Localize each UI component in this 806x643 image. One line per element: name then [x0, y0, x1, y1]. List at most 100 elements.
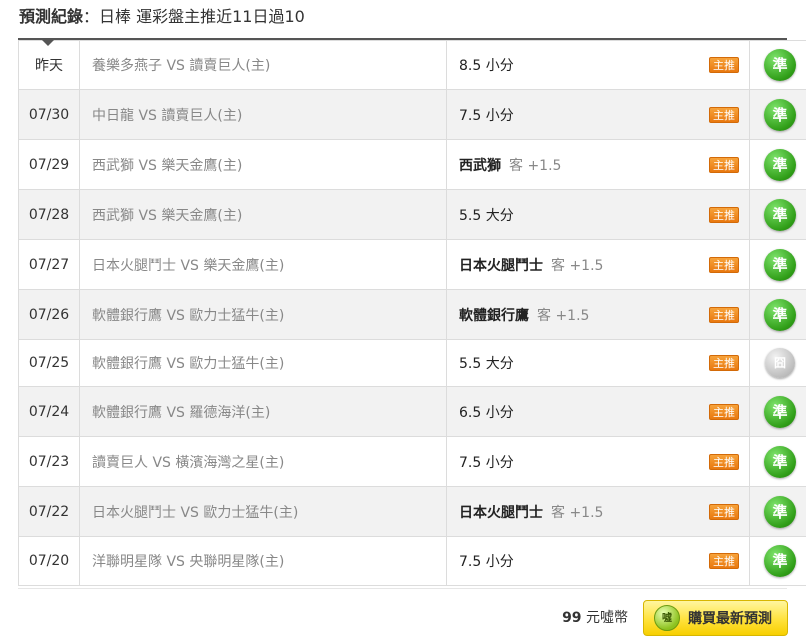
hit-icon: 準 [764, 545, 796, 577]
record-result: 準 [749, 289, 806, 340]
price-value: 99 [562, 610, 582, 626]
pick-handicap: 客 +1.5 [509, 157, 562, 174]
record-match: 讀賣巨人 VS 橫濱海灣之星(主) [79, 436, 447, 487]
records-table: 昨天 養樂多燕子 VS 讀賣巨人(主) 8.5 小分 主推準 07/30 中日龍 VS 讀… [18, 40, 806, 586]
table-row: 昨天 養樂多燕子 VS 讀賣巨人(主) 8.5 小分 主推 準 [18, 40, 806, 90]
record-match: 中日龍 VS 讀賣巨人(主) [79, 89, 447, 140]
table-row: 07/30 中日龍 VS 讀賣巨人(主) 7.5 小分 主推 準 [18, 89, 806, 140]
record-date: 07/22 [18, 486, 80, 537]
table-row: 07/20 洋聯明星隊 VS 央聯明星隊(主) 7.5 小分 主推 準 [18, 536, 806, 586]
record-match: 日本火腿鬥士 VS 樂天金鷹(主) [79, 239, 447, 290]
pick-total: 7.5 小分 [459, 554, 514, 570]
table-row: 07/27 日本火腿鬥士 VS 樂天金鷹(主) 日本火腿鬥士客 +1.5 主推 準 [18, 239, 806, 290]
record-match: 西武獅 VS 樂天金鷹(主) [79, 189, 447, 240]
pointer-notch [42, 40, 54, 46]
hit-icon: 準 [764, 298, 796, 331]
pick-total: 5.5 大分 [459, 356, 514, 372]
table-row: 07/28 西武獅 VS 樂天金鷹(主) 5.5 大分 主推 準 [18, 189, 806, 240]
main-pick-badge: 主推 [709, 553, 739, 569]
page-title: 預測紀錄：日棒 運彩盤主推近11日過10 [19, 5, 305, 29]
record-date: 07/25 [18, 339, 80, 387]
title-label: 預測紀錄 [19, 7, 84, 26]
pick-handicap: 客 +1.5 [537, 307, 590, 324]
record-date: 07/29 [18, 139, 80, 190]
record-pick: 西武獅客 +1.5 主推 [446, 139, 750, 190]
record-pick: 5.5 大分 主推 [446, 189, 750, 240]
record-result: 準 [749, 40, 806, 90]
pick-team: 軟體銀行鷹 [459, 307, 529, 324]
pick-total: 5.5 大分 [459, 207, 514, 224]
hit-icon: 準 [764, 198, 796, 231]
footer-divider [18, 588, 787, 589]
record-date: 07/26 [18, 289, 80, 340]
main-pick-badge: 主推 [709, 503, 739, 520]
pick-total: 7.5 小分 [459, 454, 514, 471]
price-unit: 元噓幣 [586, 610, 628, 626]
main-pick-badge: 主推 [709, 306, 739, 323]
record-result: 準 [749, 189, 806, 240]
pick-team: 日本火腿鬥士 [459, 504, 543, 521]
record-date: 07/28 [18, 189, 80, 240]
record-date: 07/20 [18, 536, 80, 586]
record-match: 軟體銀行鷹 VS 羅德海洋(主) [79, 386, 447, 437]
record-pick: 軟體銀行鷹客 +1.5 主推 [446, 289, 750, 340]
main-pick-badge: 主推 [709, 206, 739, 223]
record-pick: 7.5 小分 主推 [446, 89, 750, 140]
main-pick-badge: 主推 [709, 453, 739, 470]
main-pick-badge: 主推 [709, 57, 739, 73]
hit-icon: 準 [764, 248, 796, 281]
record-result: 準 [749, 386, 806, 437]
record-date: 07/24 [18, 386, 80, 437]
record-pick: 日本火腿鬥士客 +1.5 主推 [446, 239, 750, 290]
record-result: 準 [749, 436, 806, 487]
record-match: 軟體銀行鷹 VS 歐力士猛牛(主) [79, 339, 447, 387]
main-pick-badge: 主推 [709, 156, 739, 173]
hit-icon: 準 [764, 445, 796, 478]
table-row: 07/26 軟體銀行鷹 VS 歐力士猛牛(主) 軟體銀行鷹客 +1.5 主推 準 [18, 289, 806, 340]
record-match: 軟體銀行鷹 VS 歐力士猛牛(主) [79, 289, 447, 340]
record-pick: 5.5 大分 主推 [446, 339, 750, 387]
records-panel: 昨天 養樂多燕子 VS 讀賣巨人(主) 8.5 小分 主推準 07/30 中日龍 VS 讀… [18, 38, 806, 586]
pick-team: 西武獅 [459, 157, 501, 174]
table-row: 07/24 軟體銀行鷹 VS 羅德海洋(主) 6.5 小分 主推 準 [18, 386, 806, 437]
record-date: 昨天 [18, 40, 80, 90]
record-result: 準 [749, 486, 806, 537]
record-pick: 日本火腿鬥士客 +1.5 主推 [446, 486, 750, 537]
pick-team: 日本火腿鬥士 [459, 257, 543, 274]
title-text: ：日棒 運彩盤主推近11日過10 [83, 7, 305, 26]
pick-handicap: 客 +1.5 [551, 504, 604, 521]
record-result: 準 [749, 239, 806, 290]
record-result: 囧 [749, 339, 806, 387]
hit-icon: 準 [764, 49, 796, 81]
record-pick: 8.5 小分 主推 [446, 40, 750, 90]
pick-total: 6.5 小分 [459, 404, 514, 421]
record-date: 07/30 [18, 89, 80, 140]
table-row: 07/29 西武獅 VS 樂天金鷹(主) 西武獅客 +1.5 主推 準 [18, 139, 806, 190]
record-result: 準 [749, 139, 806, 190]
main-pick-badge: 主推 [709, 403, 739, 420]
record-date: 07/23 [18, 436, 80, 487]
record-match: 西武獅 VS 樂天金鷹(主) [79, 139, 447, 190]
record-date: 07/27 [18, 239, 80, 290]
buy-button-label: 購買最新預測 [688, 611, 772, 627]
pick-total: 8.5 小分 [459, 58, 514, 74]
record-pick: 7.5 小分 主推 [446, 436, 750, 487]
miss-icon: 囧 [765, 348, 795, 378]
coin-icon: 噓 [654, 605, 680, 631]
buy-latest-prediction-button[interactable]: 噓 購買最新預測 [643, 600, 788, 636]
record-match: 日本火腿鬥士 VS 歐力士猛牛(主) [79, 486, 447, 537]
pick-total: 7.5 小分 [459, 107, 514, 124]
price-display: 99 元噓幣 [540, 606, 628, 630]
record-result: 準 [749, 536, 806, 586]
main-pick-badge: 主推 [709, 106, 739, 123]
hit-icon: 準 [764, 98, 796, 131]
record-match: 洋聯明星隊 VS 央聯明星隊(主) [79, 536, 447, 586]
record-match: 養樂多燕子 VS 讀賣巨人(主) [79, 40, 447, 90]
table-row: 07/25 軟體銀行鷹 VS 歐力士猛牛(主) 5.5 大分 主推 囧 [18, 339, 806, 387]
hit-icon: 準 [764, 148, 796, 181]
hit-icon: 準 [764, 395, 796, 428]
main-pick-badge: 主推 [709, 256, 739, 273]
record-pick: 6.5 小分 主推 [446, 386, 750, 437]
table-row: 07/22 日本火腿鬥士 VS 歐力士猛牛(主) 日本火腿鬥士客 +1.5 主推 準 [18, 486, 806, 537]
pick-handicap: 客 +1.5 [551, 257, 604, 274]
